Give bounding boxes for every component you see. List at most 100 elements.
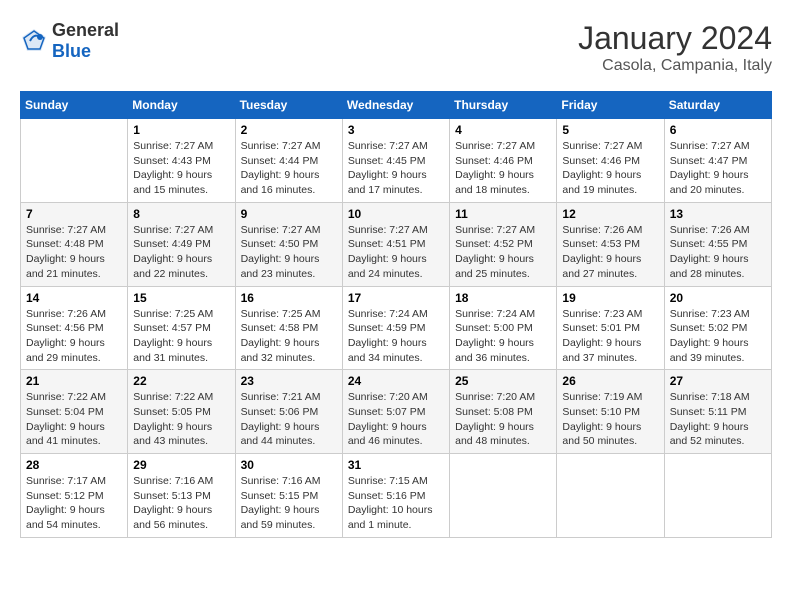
day-number: 2 — [241, 123, 337, 137]
day-of-week-header: Monday — [128, 92, 235, 119]
calendar-day-cell: 2 Sunrise: 7:27 AMSunset: 4:44 PMDaylight… — [235, 119, 342, 203]
calendar-day-cell: 14Sunrise: 7:26 AMSunset: 4:56 PMDayligh… — [21, 286, 128, 370]
day-number: 31 — [348, 458, 444, 472]
day-number: 15 — [133, 291, 229, 305]
day-info: Sunrise: 7:24 AMSunset: 5:00 PMDaylight:… — [455, 307, 551, 366]
day-info: Sunrise: 7:24 AMSunset: 4:59 PMDaylight:… — [348, 307, 444, 366]
calendar-day-cell — [21, 119, 128, 203]
day-number: 6 — [670, 123, 766, 137]
calendar-day-cell: 31 Sunrise: 7:15 AMSunset: 5:16 PMDayligh… — [342, 454, 449, 538]
day-info: Sunrise: 7:27 AMSunset: 4:46 PMDaylight:… — [562, 139, 658, 198]
day-number: 30 — [241, 458, 337, 472]
day-number: 22 — [133, 374, 229, 388]
day-info: Sunrise: 7:26 AMSunset: 4:53 PMDaylight:… — [562, 223, 658, 282]
day-info: Sunrise: 7:26 AMSunset: 4:55 PMDaylight:… — [670, 223, 766, 282]
day-of-week-header: Thursday — [450, 92, 557, 119]
calendar-day-cell: 7 Sunrise: 7:27 AMSunset: 4:48 PMDaylight… — [21, 202, 128, 286]
day-info: Sunrise: 7:15 AMSunset: 5:16 PMDaylight:… — [348, 474, 444, 533]
day-number: 17 — [348, 291, 444, 305]
day-number: 21 — [26, 374, 122, 388]
calendar-day-cell — [557, 454, 664, 538]
day-info: Sunrise: 7:25 AMSunset: 4:57 PMDaylight:… — [133, 307, 229, 366]
day-number: 20 — [670, 291, 766, 305]
day-info: Sunrise: 7:17 AMSunset: 5:12 PMDaylight:… — [26, 474, 122, 533]
calendar-week-row: 21 Sunrise: 7:22 AMSunset: 5:04 PMDayligh… — [21, 370, 772, 454]
day-of-week-header: Sunday — [21, 92, 128, 119]
title-block: January 2024 Casola, Campania, Italy — [578, 20, 772, 75]
day-info: Sunrise: 7:27 AMSunset: 4:43 PMDaylight:… — [133, 139, 229, 198]
calendar-day-cell: 1 Sunrise: 7:27 AMSunset: 4:43 PMDaylight… — [128, 119, 235, 203]
calendar-day-cell: 30Sunrise: 7:16 AMSunset: 5:15 PMDayligh… — [235, 454, 342, 538]
days-header-row: SundayMondayTuesdayWednesdayThursdayFrid… — [21, 92, 772, 119]
day-number: 7 — [26, 207, 122, 221]
day-number: 19 — [562, 291, 658, 305]
day-number: 3 — [348, 123, 444, 137]
calendar-day-cell: 8 Sunrise: 7:27 AMSunset: 4:49 PMDaylight… — [128, 202, 235, 286]
day-info: Sunrise: 7:23 AMSunset: 5:01 PMDaylight:… — [562, 307, 658, 366]
logo-blue: Blue — [52, 41, 91, 61]
day-info: Sunrise: 7:25 AMSunset: 4:58 PMDaylight:… — [241, 307, 337, 366]
calendar-day-cell: 22 Sunrise: 7:22 AMSunset: 5:05 PMDayligh… — [128, 370, 235, 454]
day-info: Sunrise: 7:27 AMSunset: 4:46 PMDaylight:… — [455, 139, 551, 198]
calendar-day-cell — [450, 454, 557, 538]
day-number: 18 — [455, 291, 551, 305]
calendar-day-cell: 5 Sunrise: 7:27 AMSunset: 4:46 PMDaylight… — [557, 119, 664, 203]
calendar-day-cell — [664, 454, 771, 538]
day-info: Sunrise: 7:26 AMSunset: 4:56 PMDaylight:… — [26, 307, 122, 366]
page-header: General Blue January 2024 Casola, Campan… — [20, 20, 772, 75]
calendar-day-cell: 10 Sunrise: 7:27 AMSunset: 4:51 PMDayligh… — [342, 202, 449, 286]
calendar-week-row: 28 Sunrise: 7:17 AMSunset: 5:12 PMDayligh… — [21, 454, 772, 538]
day-info: Sunrise: 7:18 AMSunset: 5:11 PMDaylight:… — [670, 390, 766, 449]
day-of-week-header: Friday — [557, 92, 664, 119]
day-info: Sunrise: 7:22 AMSunset: 5:04 PMDaylight:… — [26, 390, 122, 449]
day-number: 10 — [348, 207, 444, 221]
day-info: Sunrise: 7:27 AMSunset: 4:49 PMDaylight:… — [133, 223, 229, 282]
day-number: 29 — [133, 458, 229, 472]
location-title: Casola, Campania, Italy — [578, 57, 772, 75]
day-number: 11 — [455, 207, 551, 221]
day-info: Sunrise: 7:21 AMSunset: 5:06 PMDaylight:… — [241, 390, 337, 449]
month-title: January 2024 — [578, 20, 772, 57]
calendar-day-cell: 19 Sunrise: 7:23 AMSunset: 5:01 PMDayligh… — [557, 286, 664, 370]
day-number: 1 — [133, 123, 229, 137]
day-number: 23 — [241, 374, 337, 388]
calendar-day-cell: 11 Sunrise: 7:27 AMSunset: 4:52 PMDayligh… — [450, 202, 557, 286]
day-number: 26 — [562, 374, 658, 388]
day-number: 27 — [670, 374, 766, 388]
day-info: Sunrise: 7:19 AMSunset: 5:10 PMDaylight:… — [562, 390, 658, 449]
logo-general: General — [52, 20, 119, 40]
day-info: Sunrise: 7:27 AMSunset: 4:50 PMDaylight:… — [241, 223, 337, 282]
day-number: 28 — [26, 458, 122, 472]
day-number: 9 — [241, 207, 337, 221]
calendar-day-cell: 26 Sunrise: 7:19 AMSunset: 5:10 PMDayligh… — [557, 370, 664, 454]
day-number: 13 — [670, 207, 766, 221]
day-number: 8 — [133, 207, 229, 221]
day-info: Sunrise: 7:16 AMSunset: 5:13 PMDaylight:… — [133, 474, 229, 533]
day-info: Sunrise: 7:20 AMSunset: 5:08 PMDaylight:… — [455, 390, 551, 449]
day-of-week-header: Tuesday — [235, 92, 342, 119]
calendar-day-cell: 29 Sunrise: 7:16 AMSunset: 5:13 PMDayligh… — [128, 454, 235, 538]
calendar-day-cell: 18 Sunrise: 7:24 AMSunset: 5:00 PMDayligh… — [450, 286, 557, 370]
day-number: 5 — [562, 123, 658, 137]
day-info: Sunrise: 7:27 AMSunset: 4:45 PMDaylight:… — [348, 139, 444, 198]
day-info: Sunrise: 7:23 AMSunset: 5:02 PMDaylight:… — [670, 307, 766, 366]
logo-text: General Blue — [52, 20, 119, 62]
day-info: Sunrise: 7:22 AMSunset: 5:05 PMDaylight:… — [133, 390, 229, 449]
calendar-table: SundayMondayTuesdayWednesdayThursdayFrid… — [20, 91, 772, 538]
day-number: 12 — [562, 207, 658, 221]
calendar-day-cell: 28 Sunrise: 7:17 AMSunset: 5:12 PMDayligh… — [21, 454, 128, 538]
calendar-week-row: 14Sunrise: 7:26 AMSunset: 4:56 PMDayligh… — [21, 286, 772, 370]
day-info: Sunrise: 7:27 AMSunset: 4:47 PMDaylight:… — [670, 139, 766, 198]
day-number: 4 — [455, 123, 551, 137]
calendar-day-cell: 21 Sunrise: 7:22 AMSunset: 5:04 PMDayligh… — [21, 370, 128, 454]
day-info: Sunrise: 7:27 AMSunset: 4:48 PMDaylight:… — [26, 223, 122, 282]
calendar-day-cell: 17 Sunrise: 7:24 AMSunset: 4:59 PMDayligh… — [342, 286, 449, 370]
calendar-day-cell: 16Sunrise: 7:25 AMSunset: 4:58 PMDayligh… — [235, 286, 342, 370]
day-info: Sunrise: 7:27 AMSunset: 4:44 PMDaylight:… — [241, 139, 337, 198]
calendar-day-cell: 13 Sunrise: 7:26 AMSunset: 4:55 PMDayligh… — [664, 202, 771, 286]
calendar-day-cell: 15 Sunrise: 7:25 AMSunset: 4:57 PMDayligh… — [128, 286, 235, 370]
day-info: Sunrise: 7:27 AMSunset: 4:51 PMDaylight:… — [348, 223, 444, 282]
calendar-body: 1 Sunrise: 7:27 AMSunset: 4:43 PMDaylight… — [21, 119, 772, 538]
day-info: Sunrise: 7:27 AMSunset: 4:52 PMDaylight:… — [455, 223, 551, 282]
calendar-week-row: 1 Sunrise: 7:27 AMSunset: 4:43 PMDaylight… — [21, 119, 772, 203]
